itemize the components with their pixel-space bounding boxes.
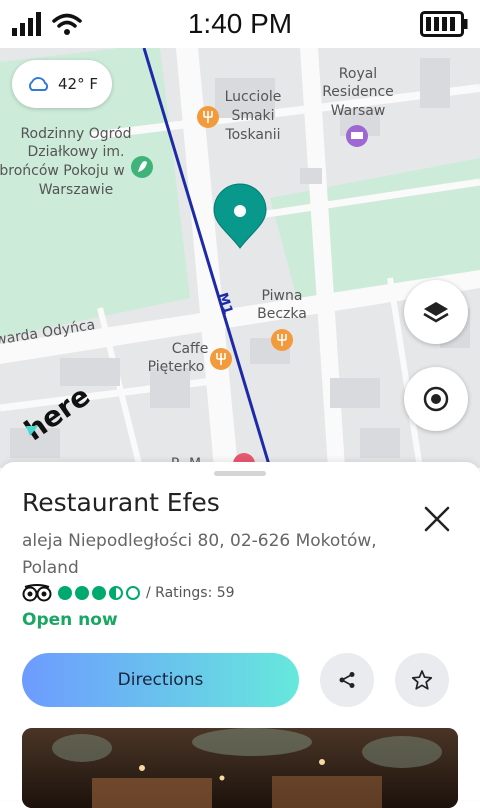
map-label-ogrod-4: Warszawie bbox=[39, 182, 113, 198]
map-label-royal-3: Warsaw bbox=[331, 103, 386, 119]
rating-dots bbox=[58, 586, 140, 600]
restaurant-poi-icon[interactable] bbox=[271, 329, 293, 351]
open-status: Open now bbox=[22, 610, 118, 630]
status-bar: 1:40 PM bbox=[0, 0, 480, 48]
rating-dot bbox=[75, 586, 89, 600]
favorite-button[interactable] bbox=[395, 653, 449, 707]
map-label-caffe-2: Pięterko bbox=[148, 359, 205, 375]
star-icon bbox=[411, 670, 433, 690]
target-icon bbox=[423, 386, 449, 412]
place-details-sheet[interactable]: Restaurant Efes aleja Niepodległości 80,… bbox=[0, 462, 480, 808]
temperature-label: 42° F bbox=[58, 75, 98, 93]
close-button[interactable] bbox=[420, 502, 454, 536]
park-poi-icon[interactable] bbox=[131, 156, 153, 178]
place-name: Restaurant Efes bbox=[22, 488, 220, 517]
cafe-poi-icon[interactable] bbox=[210, 348, 232, 370]
map-label-piwna-2: Beczka bbox=[257, 306, 307, 322]
cloud-icon bbox=[29, 77, 49, 91]
restaurant-poi-icon[interactable] bbox=[197, 106, 219, 128]
map-label-ogrod-2: Działkowy im. bbox=[28, 144, 125, 160]
rating-row: / Ratings: 59 bbox=[22, 584, 235, 602]
close-icon bbox=[424, 506, 450, 532]
clock: 1:40 PM bbox=[187, 8, 293, 39]
rating-dot bbox=[92, 586, 106, 600]
share-button[interactable] bbox=[320, 653, 374, 707]
map-label-royal-1: Royal bbox=[339, 66, 377, 82]
ratings-count: / Ratings: 59 bbox=[146, 585, 235, 601]
weather-chip[interactable]: 42° F bbox=[12, 60, 112, 108]
place-address: aleja Niepodległości 80, 02-626 Mokotów,… bbox=[22, 531, 377, 578]
hotel-poi-icon[interactable] bbox=[346, 125, 368, 147]
share-icon bbox=[339, 672, 355, 688]
layers-icon bbox=[423, 302, 449, 323]
photo-image bbox=[22, 728, 458, 808]
rating-dot bbox=[58, 586, 72, 600]
map-label-piwna-1: Piwna bbox=[262, 288, 303, 304]
place-photo[interactable] bbox=[22, 728, 458, 808]
map-label-lucciole-3: Toskanii bbox=[224, 127, 280, 143]
drag-handle[interactable] bbox=[214, 471, 266, 476]
directions-button[interactable]: Directions bbox=[22, 653, 299, 707]
map-label-ogrod-3: brońców Pokoju w bbox=[0, 163, 125, 179]
layers-button[interactable] bbox=[404, 280, 468, 344]
map-label-lucciole-1: Lucciole bbox=[225, 89, 282, 105]
map-label-royal-2: Residence bbox=[322, 84, 394, 100]
my-location-button[interactable] bbox=[404, 367, 468, 431]
tripadvisor-icon bbox=[22, 584, 52, 602]
rating-dot bbox=[126, 586, 140, 600]
rating-dot bbox=[109, 586, 123, 600]
map-label-ogrod-1: Rodzinny Ogród bbox=[20, 126, 131, 142]
map-label-caffe-1: Caffe bbox=[172, 341, 209, 357]
map-label-lucciole-2: Smaki bbox=[231, 108, 274, 124]
